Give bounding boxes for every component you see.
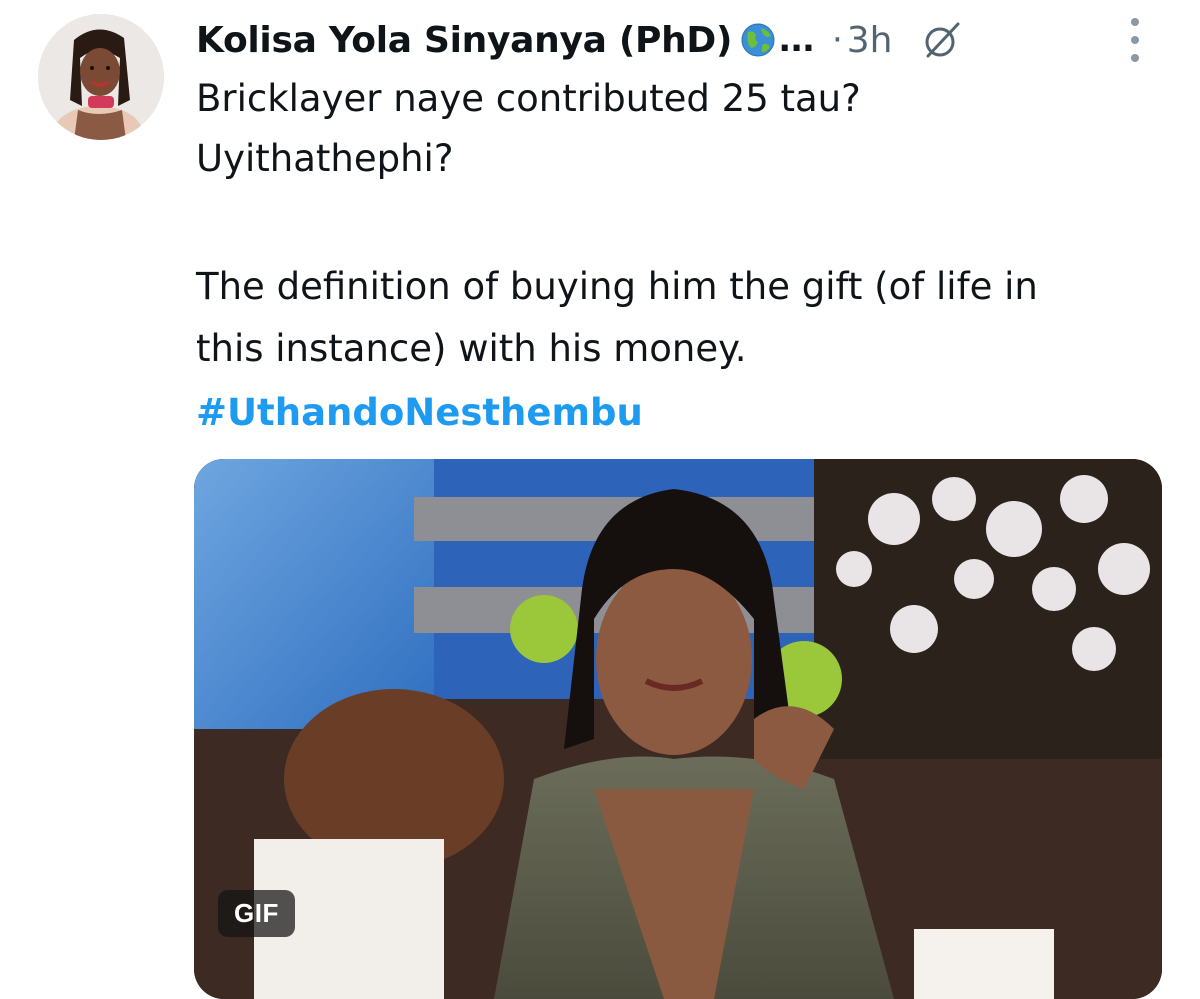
tweet-text-line-4: this instance) with his money. xyxy=(196,327,747,370)
hashtag-link[interactable]: #UthandoNesthembu xyxy=(196,391,643,434)
grok-icon[interactable] xyxy=(920,18,964,62)
gif-badge: GIF xyxy=(218,890,295,937)
name-truncation: ... xyxy=(778,20,815,60)
header-separator: · xyxy=(831,20,843,60)
gif-media[interactable]: GIF xyxy=(194,459,1162,999)
tweet-text-line-3: The definition of buying him the gift (o… xyxy=(196,265,1038,308)
more-options-icon[interactable] xyxy=(1120,18,1150,62)
tweet-text-line-2: Uyithathephi? xyxy=(196,137,454,180)
tweet-text-line-1: Bricklayer naye contributed 25 tau? xyxy=(196,77,861,120)
gif-image xyxy=(194,459,1162,999)
tweet[interactable]: Kolisa Yola Sinyanya (PhD) ... · 3h Bric… xyxy=(0,0,1200,999)
profile-photo xyxy=(38,14,164,140)
tweet-timestamp[interactable]: 3h xyxy=(847,20,893,61)
globe-emoji-icon xyxy=(740,22,776,58)
tweet-header: Kolisa Yola Sinyanya (PhD) ... · 3h xyxy=(196,14,964,66)
author-display-name[interactable]: Kolisa Yola Sinyanya (PhD) xyxy=(196,20,732,61)
author-avatar[interactable] xyxy=(38,14,164,140)
